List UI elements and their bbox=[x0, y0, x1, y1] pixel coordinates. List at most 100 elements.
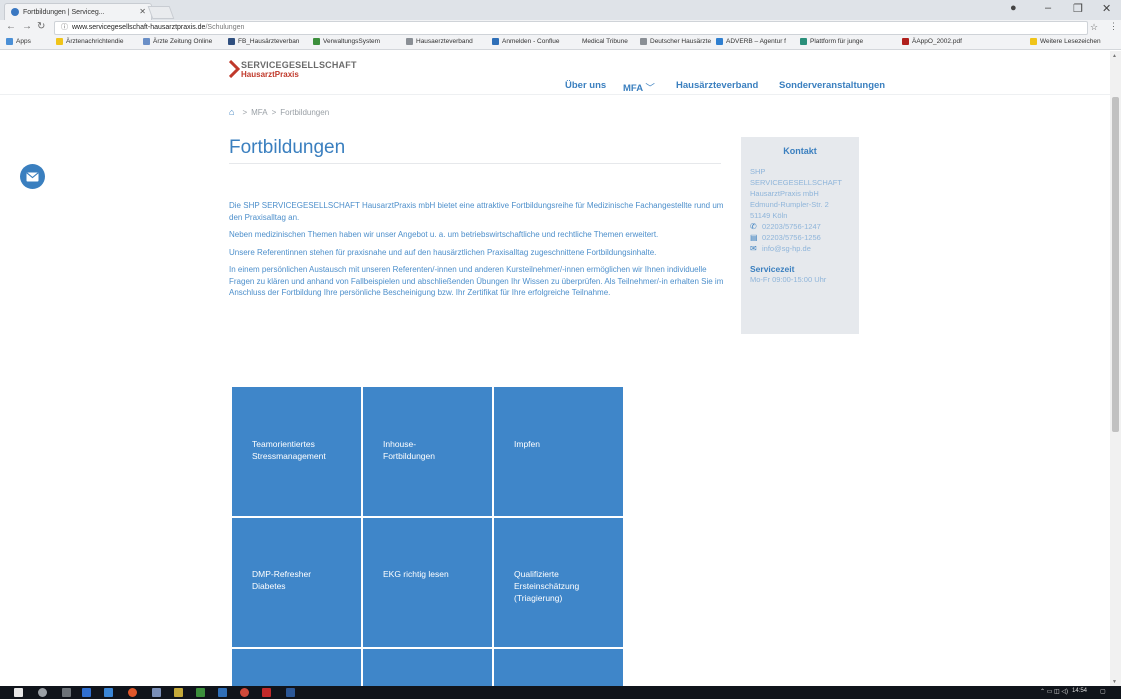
course-tile[interactable] bbox=[232, 649, 361, 686]
task-view-icon[interactable] bbox=[62, 688, 71, 697]
scrollbar-thumb[interactable] bbox=[1112, 97, 1119, 432]
contact-company: HausarztPraxis mbH bbox=[750, 189, 819, 198]
outlook-icon[interactable] bbox=[82, 688, 91, 697]
nav-mfa-label: MFA bbox=[623, 83, 643, 94]
logo-line-1: SERVICEGESELLSCHAFT bbox=[241, 60, 357, 70]
app-icon[interactable] bbox=[152, 688, 161, 697]
app-icon[interactable] bbox=[196, 688, 205, 697]
contact-street: Edmund-Rumpler-Str. 2 bbox=[750, 200, 829, 209]
browser-window: Fortbildungen | Serviceg... ✕ ● – ❐ ✕ ← … bbox=[0, 0, 1121, 699]
bookmark-item[interactable]: Deutscher Hausärzte bbox=[640, 38, 711, 45]
breadcrumb: ⌂ > MFA > Fortbildungen bbox=[229, 107, 329, 117]
bookmark-item[interactable]: ÄAppO_2002.pdf bbox=[902, 38, 962, 45]
phone-icon: ✆ bbox=[750, 222, 757, 231]
title-divider bbox=[229, 163, 721, 164]
bookmark-item[interactable]: Anmelden - Conflue bbox=[492, 38, 559, 45]
app-icon[interactable] bbox=[218, 688, 227, 697]
system-tray-icons[interactable]: ⌃ ▭ ◫ ◁) bbox=[1040, 688, 1068, 695]
breadcrumb-item-mfa[interactable]: MFA bbox=[251, 108, 267, 117]
profile-icon[interactable]: ● bbox=[1010, 2, 1017, 14]
bookmark-item[interactable]: Ärztenachrichtendie bbox=[56, 38, 123, 45]
contact-fax: ▤ 02203/5756-1256 bbox=[750, 233, 821, 242]
chrome-icon[interactable] bbox=[240, 688, 249, 697]
bookmark-apps[interactable]: Apps bbox=[6, 38, 31, 45]
bookmark-favicon-icon bbox=[406, 38, 413, 45]
bookmark-favicon-icon bbox=[492, 38, 499, 45]
bookmark-favicon-icon bbox=[143, 38, 150, 45]
nav-hausaerzteverband[interactable]: Hausärzteverband bbox=[676, 80, 758, 91]
notifications-icon[interactable]: ▢ bbox=[1100, 688, 1106, 695]
reload-icon[interactable]: ↻ bbox=[37, 21, 45, 32]
new-tab-button[interactable] bbox=[147, 6, 175, 19]
bookmarks-bar: Apps Ärztenachrichtendie Ärzte Zeitung O… bbox=[0, 36, 1121, 50]
intro-paragraph: Neben medizinischen Themen haben wir uns… bbox=[229, 230, 659, 239]
browser-icon[interactable] bbox=[128, 688, 137, 697]
chevron-down-icon: ﹀ bbox=[645, 83, 655, 94]
site-info-icon[interactable]: ⓘ bbox=[61, 24, 68, 31]
tab-title: Fortbildungen | Serviceg... bbox=[23, 8, 105, 16]
bookmark-item[interactable]: FB_Hausärzteverban bbox=[228, 38, 299, 45]
word-icon[interactable] bbox=[286, 688, 295, 697]
course-tile[interactable]: Teamorientiertes Stressmanagement bbox=[232, 387, 361, 516]
close-window-icon[interactable]: ✕ bbox=[1102, 2, 1111, 15]
maximize-icon[interactable]: ❐ bbox=[1073, 2, 1083, 15]
bookmark-favicon-icon bbox=[313, 38, 320, 45]
intro-paragraph: Die SHP SERVICEGESELLSCHAFT HausarztPrax… bbox=[229, 201, 724, 222]
envelope-icon: ✉ bbox=[750, 244, 757, 253]
course-tile[interactable]: Inhouse- Fortbildungen bbox=[363, 387, 492, 516]
intro-paragraph: In einem persönlichen Austausch mit unse… bbox=[229, 265, 724, 297]
bookmark-favicon-icon bbox=[640, 38, 647, 45]
bookmark-item[interactable]: Hausaerzteverband bbox=[406, 38, 473, 45]
pdf-icon[interactable] bbox=[262, 688, 271, 697]
course-tile[interactable]: Qualifizierte Ersteinschätzung (Triagier… bbox=[494, 518, 623, 647]
breadcrumb-separator: > bbox=[271, 107, 277, 117]
nav-mfa[interactable]: MFA ﹀ bbox=[623, 80, 655, 94]
bookmark-favicon-icon bbox=[902, 38, 909, 45]
browser-toolbar: ← → ↻ ⓘ www.servicegesellschaft-hausarztp… bbox=[0, 20, 1121, 36]
address-bar[interactable]: ⓘ www.servicegesellschaft-hausarztpraxis.… bbox=[54, 21, 1088, 35]
course-tile[interactable] bbox=[363, 649, 492, 686]
nav-sonderveranstaltungen[interactable]: Sonderveranstaltungen bbox=[779, 80, 885, 91]
course-tile[interactable]: Impfen bbox=[494, 387, 623, 516]
home-icon[interactable]: ⌂ bbox=[229, 107, 234, 117]
bookmark-item[interactable]: Plattform für junge bbox=[800, 38, 863, 45]
bookmark-item[interactable]: VerwaltungsSystem bbox=[313, 38, 380, 45]
site-logo[interactable]: SERVICEGESELLSCHAFT HausarztPraxis bbox=[229, 58, 379, 82]
course-tile[interactable]: EKG richtig lesen bbox=[363, 518, 492, 647]
bookmark-item[interactable]: ADVERB – Agentur f bbox=[716, 38, 786, 45]
clock[interactable]: 14:54 bbox=[1072, 688, 1087, 694]
intro-paragraph: Unsere Referentinnen stehen für praxisna… bbox=[229, 247, 657, 257]
apps-grid-icon bbox=[6, 38, 13, 45]
folder-icon bbox=[1030, 38, 1037, 45]
contact-title: Kontakt bbox=[783, 146, 817, 156]
bookmark-star-icon[interactable]: ☆ bbox=[1090, 22, 1098, 33]
scroll-down-icon[interactable]: ▼ bbox=[1112, 679, 1117, 685]
contact-phone[interactable]: ✆ 02203/5756-1247 bbox=[750, 221, 850, 232]
course-tile[interactable] bbox=[494, 649, 623, 686]
back-icon[interactable]: ← bbox=[6, 21, 16, 32]
browser-tab-active[interactable]: Fortbildungen | Serviceg... ✕ bbox=[4, 3, 152, 20]
course-tile[interactable]: DMP-Refresher Diabetes bbox=[232, 518, 361, 647]
windows-start-icon[interactable] bbox=[14, 688, 23, 697]
page-title: Fortbildungen bbox=[229, 137, 346, 158]
intro-text: Die SHP SERVICEGESELLSCHAFT HausarztPrax… bbox=[229, 200, 725, 305]
search-icon[interactable] bbox=[38, 688, 47, 697]
browser-menu-icon[interactable]: ⋮ bbox=[1109, 21, 1118, 32]
close-tab-icon[interactable]: ✕ bbox=[139, 7, 146, 16]
app-icon[interactable] bbox=[174, 688, 183, 697]
minimize-icon[interactable]: – bbox=[1045, 2, 1051, 14]
tab-bar: Fortbildungen | Serviceg... ✕ ● – ❐ ✕ bbox=[0, 0, 1121, 20]
scroll-up-icon[interactable]: ▲ bbox=[1112, 53, 1117, 59]
logo-line-2: HausarztPraxis bbox=[241, 70, 299, 79]
app-icon[interactable] bbox=[104, 688, 113, 697]
forward-icon[interactable]: → bbox=[22, 21, 32, 32]
contact-email[interactable]: ✉ info@sg-hp.de bbox=[750, 243, 850, 254]
contact-mail-button[interactable] bbox=[20, 164, 45, 189]
breadcrumb-item-current: Fortbildungen bbox=[280, 107, 330, 117]
bookmark-other[interactable]: Weitere Lesezeichen bbox=[1030, 38, 1101, 45]
bookmark-item[interactable]: Ärzte Zeitung Online bbox=[143, 38, 212, 45]
url-path: /Schulungen bbox=[205, 24, 245, 31]
bookmark-item[interactable]: Medical Tribune bbox=[582, 38, 628, 45]
site-header bbox=[0, 51, 1110, 95]
nav-ueber-uns[interactable]: Über uns bbox=[565, 80, 606, 91]
